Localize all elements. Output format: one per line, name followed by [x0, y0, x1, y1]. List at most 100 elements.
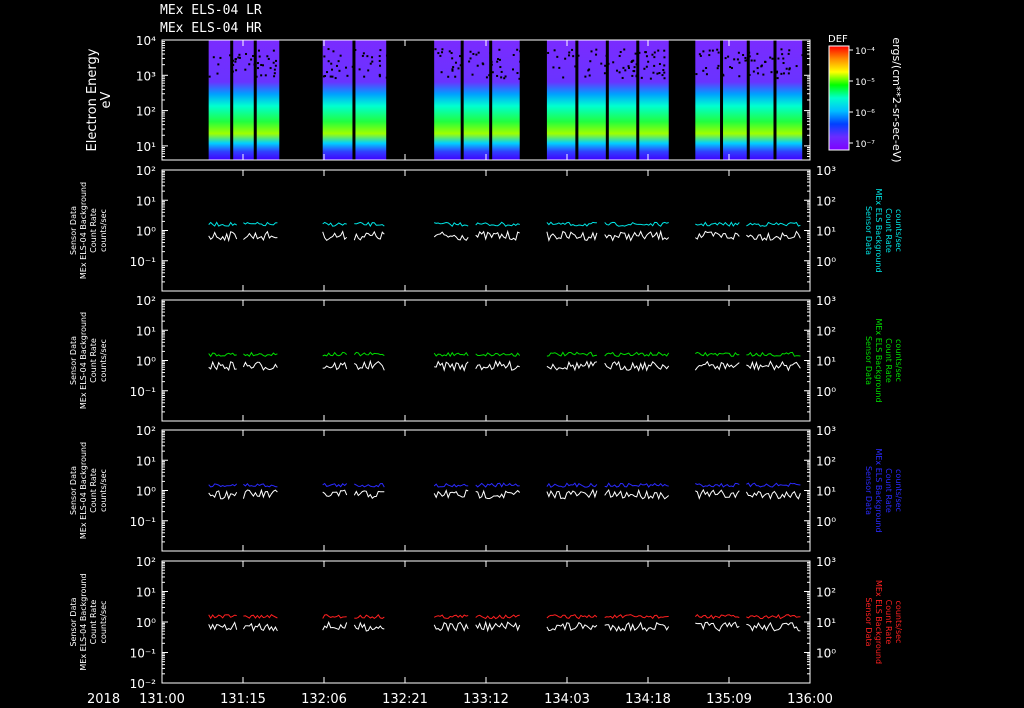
- spectrogram-speckle: [503, 77, 506, 80]
- series-trace: [208, 231, 238, 243]
- spectrogram-speckle: [216, 72, 219, 75]
- y2-axis-label: MEx ELS Background: [874, 188, 883, 272]
- spectrogram-gap: [489, 40, 493, 160]
- spectrogram-speckle: [729, 66, 732, 69]
- spectrogram-speckle: [616, 69, 619, 72]
- y2-tick-label: 10⁰: [816, 255, 836, 269]
- series-trace: [695, 221, 740, 227]
- spectrogram-speckle: [589, 60, 592, 63]
- y2-tick-label: 10²: [816, 586, 836, 600]
- spectrogram-speckle: [255, 75, 258, 78]
- spectrogram-speckle: [441, 48, 444, 51]
- y2-axis-label: Count Rate: [884, 600, 893, 645]
- spectrogram-speckle: [457, 67, 460, 70]
- spectrogram-speckle: [746, 59, 749, 62]
- spectrogram-speckle: [385, 76, 388, 79]
- spectrogram-speckle: [267, 57, 270, 60]
- y2-axis-label: MEx ELS Background: [874, 580, 883, 664]
- series-trace: [746, 360, 801, 372]
- series-trace: [604, 229, 670, 242]
- spectrogram-speckle: [661, 74, 664, 77]
- series-trace: [475, 489, 521, 499]
- spectrogram-speckle: [217, 63, 220, 66]
- series-trace: [354, 221, 385, 228]
- spectrogram-speckle: [603, 72, 606, 75]
- spectrogram-speckle: [385, 54, 388, 57]
- spectrogram-speckle: [330, 62, 333, 65]
- spectrogram-speckle: [695, 73, 698, 76]
- series-trace: [695, 621, 740, 632]
- spectrogram-speckle: [658, 63, 661, 66]
- series-trace: [694, 613, 740, 620]
- spectrogram-speckle: [519, 60, 522, 63]
- spectrogram-speckle: [257, 49, 260, 52]
- spectrogram-speckle: [702, 69, 705, 72]
- spectrogram-speckle: [631, 74, 634, 77]
- series-trace: [475, 482, 520, 488]
- series-trace: [604, 221, 669, 227]
- series-trace: [322, 482, 348, 488]
- series-trace: [433, 351, 469, 358]
- spectrogram-speckle: [266, 55, 269, 58]
- spectrogram-speckle: [269, 67, 272, 70]
- spectrogram-speckle: [753, 59, 756, 62]
- spectrogram-speckle: [469, 57, 472, 60]
- spectrogram-speckle: [640, 76, 643, 79]
- spectrogram-speckle: [264, 74, 267, 77]
- series-trace: [242, 622, 278, 632]
- colorbar-tick-label: 10⁻⁷: [855, 140, 875, 150]
- series-trace: [746, 613, 801, 620]
- spectrogram-speckle: [708, 49, 711, 52]
- colorbar-unit: ergs/(cm**2-sr-sec-eV): [890, 37, 903, 162]
- spectrogram-speckle: [477, 51, 480, 54]
- series-trace: [353, 490, 385, 499]
- series-trace: [546, 488, 598, 500]
- y-axis-label: counts/sec: [99, 601, 108, 644]
- spectrogram-speckle: [212, 56, 215, 59]
- spectrogram-speckle: [635, 75, 638, 78]
- spectrogram-speckle: [604, 64, 607, 67]
- spectrogram-speckle: [363, 75, 366, 78]
- spectrogram-speckle: [717, 64, 720, 67]
- spectrogram-speckle: [638, 51, 641, 54]
- spectrogram-speckle: [358, 68, 361, 71]
- series-trace: [353, 621, 385, 632]
- panel-frame: [161, 299, 811, 422]
- series-trace: [208, 360, 237, 372]
- series-trace: [546, 221, 597, 227]
- colorbar-label: DEF: [828, 34, 848, 45]
- x-tick-label: 131:00: [139, 692, 185, 707]
- y2-tick-label: 10³: [816, 294, 836, 308]
- spectrogram-speckle: [635, 63, 638, 66]
- spectrogram-speckle: [338, 69, 341, 72]
- spectrogram-speckle: [622, 66, 625, 69]
- colorbar-tick-label: 10⁻⁵: [855, 78, 875, 88]
- spectrogram-speckle: [584, 75, 587, 78]
- y2-axis-label: MEx ELS Background: [874, 448, 883, 532]
- series-trace: [604, 351, 670, 357]
- spectrogram-speckle: [332, 50, 335, 53]
- y-axis-label: Count Rate: [89, 208, 98, 253]
- spectrogram-speckle: [762, 73, 765, 76]
- series-trace: [243, 614, 278, 619]
- series-trace: [208, 614, 237, 620]
- spectrogram-speckle: [234, 58, 237, 61]
- y-tick-label: 10²: [136, 164, 156, 178]
- spectrogram-speckle: [782, 72, 785, 75]
- spectrogram-speckle: [742, 53, 745, 56]
- series-trace: [433, 489, 469, 500]
- y-axis-label: MEx ELS-04 Background: [79, 312, 88, 409]
- spectrogram-speckle: [441, 51, 444, 54]
- series-trace: [353, 230, 385, 241]
- y2-tick-label: 10¹: [816, 616, 836, 630]
- spectrogram-gap: [460, 40, 464, 160]
- y2-tick-label: 10²: [816, 324, 836, 338]
- spectrogram-speckle: [496, 60, 499, 63]
- spectrogram-speckle: [351, 65, 354, 68]
- spectrogram-speckle: [232, 59, 235, 62]
- y-tick-label: 10⁴: [136, 34, 156, 48]
- y-axis-label: Count Rate: [89, 468, 98, 513]
- spectrogram-speckle: [756, 52, 759, 55]
- spectrogram-speckle: [516, 72, 519, 75]
- spectrogram-speckle: [274, 64, 277, 67]
